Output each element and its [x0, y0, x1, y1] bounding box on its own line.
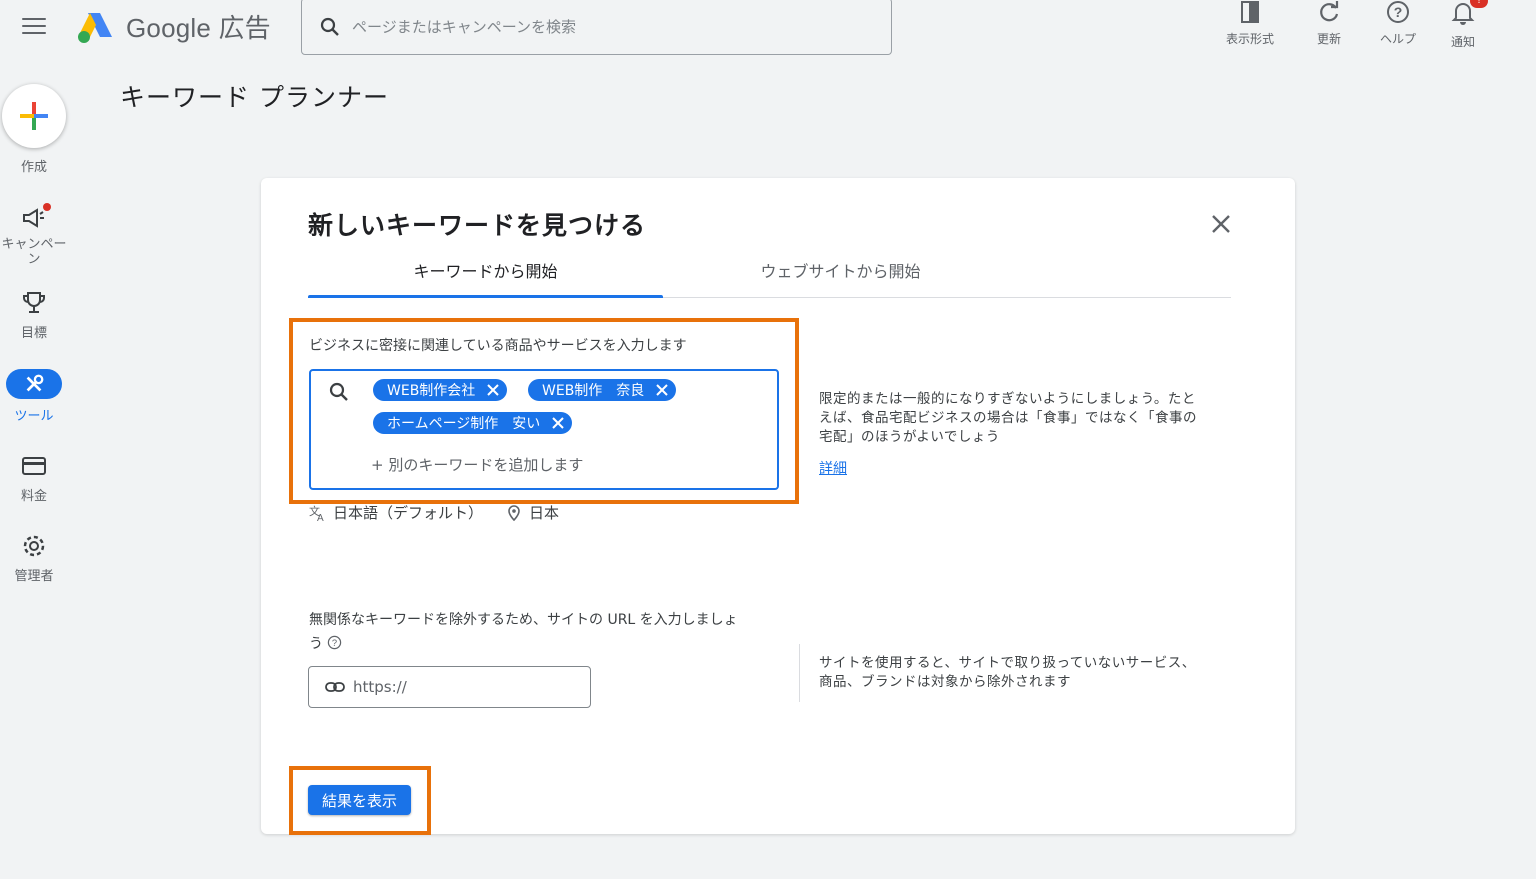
layout-button[interactable]: 表示形式	[1226, 0, 1274, 47]
svg-text:?: ?	[1394, 4, 1403, 20]
url-input-label: 無関係なキーワードを除外するため、サイトの URL を入力しましょ う?	[309, 608, 738, 656]
tab-start-with-website[interactable]: ウェブサイトから開始	[663, 256, 1018, 297]
link-icon	[325, 682, 345, 692]
help-circle-icon[interactable]: ?	[327, 635, 342, 650]
tools-icon	[26, 374, 44, 392]
website-url-input[interactable]	[353, 678, 573, 696]
search-input[interactable]	[352, 17, 852, 36]
keyword-chip: WEB制作 奈良	[528, 379, 677, 401]
keyword-input-box[interactable]: WEB制作会社 WEB制作 奈良 ホームページ制作 安い + 別のキーワードを追…	[309, 369, 779, 490]
translate-icon: 文A	[309, 504, 324, 522]
keyword-input-label: ビジネスに密接に関連している商品やサービスを入力します	[309, 338, 687, 354]
gear-icon	[21, 533, 47, 559]
website-url-field[interactable]	[308, 666, 591, 708]
close-icon[interactable]	[1209, 212, 1233, 236]
rail-label-tools: ツール	[14, 409, 54, 424]
plus-icon	[20, 102, 48, 130]
url-label-line: う	[309, 636, 323, 652]
create-button[interactable]	[2, 84, 66, 148]
search-icon	[320, 17, 339, 36]
location-pin-icon	[508, 504, 520, 521]
location-setting[interactable]: 日本	[505, 502, 559, 523]
url-hint-line: サイトを使用すると、サイトで取り扱っていないサービス、	[819, 655, 1196, 671]
megaphone-icon	[21, 203, 51, 231]
refresh-label: 更新	[1316, 32, 1341, 46]
keyword-hint-line: 宅配」のほうがよいでしょう	[819, 429, 1000, 445]
keyword-chip-label: WEB制作 奈良	[542, 383, 645, 399]
notifications-label: 通知	[1450, 35, 1475, 49]
refresh-icon	[1320, 1, 1339, 22]
rail-label-admin: 管理者	[14, 569, 54, 584]
logo-text: Google 広告	[126, 13, 271, 43]
keyword-chip: ホームページ制作 安い	[373, 412, 573, 434]
global-search[interactable]	[301, 0, 892, 55]
credit-card-icon	[21, 453, 47, 479]
google-ads-logo[interactable]: Google 広告	[76, 8, 271, 45]
svg-text:?: ?	[332, 638, 337, 648]
rail-item-admin[interactable]: 管理者	[0, 533, 68, 584]
rail-item-goals[interactable]: 目標	[0, 290, 68, 341]
notifications-button[interactable]: ! 通知	[1450, 0, 1488, 50]
vertical-divider	[799, 644, 800, 702]
keyword-chip-label: ホームページ制作 安い	[387, 416, 541, 432]
rail-label-create: 作成	[20, 160, 47, 175]
layout-label: 表示形式	[1226, 32, 1275, 46]
search-icon	[329, 382, 348, 401]
campaign-alert-dot	[43, 203, 51, 211]
remove-chip-icon[interactable]	[485, 382, 501, 398]
url-hint: サイトを使用すると、サイトで取り扱っていないサービス、 商品、ブランドは対象から…	[819, 654, 1196, 692]
url-hint-line: 商品、ブランドは対象から除外されます	[819, 674, 1071, 690]
keyword-hint-line: えば、食品宅配ビジネスの場合は「食事」ではなく「食事の	[819, 410, 1197, 426]
keyword-chip-label: WEB制作会社	[387, 383, 476, 399]
rail-item-billing[interactable]: 料金	[0, 453, 68, 504]
dialog-title: 新しいキーワードを見つける	[308, 211, 647, 240]
rail-label-goals: 目標	[20, 326, 47, 341]
keyword-discovery-dialog: 新しいキーワードを見つける キーワードから開始 ウェブサイトから開始 ビジネスに…	[261, 178, 1295, 835]
page-title: キーワード プランナー	[120, 83, 389, 112]
rail-item-create[interactable]: 作成	[0, 84, 68, 175]
remove-chip-icon[interactable]	[550, 415, 566, 431]
rail-item-campaign[interactable]: キャンペーン	[0, 203, 68, 267]
trophy-icon	[21, 290, 47, 316]
details-link[interactable]: 詳細	[819, 458, 847, 478]
keyword-hint: 限定的または一般的になりすぎないようにしましょう。たと えば、食品宅配ビジネスの…	[819, 390, 1197, 447]
rail-label-campaign: キャンペーン	[1, 237, 67, 267]
dialog-tabs: キーワードから開始 ウェブサイトから開始	[308, 256, 1231, 298]
google-ads-logo-icon	[78, 12, 112, 43]
language-location-row: 文A 日本語（デフォルト） 日本	[309, 502, 559, 523]
remove-chip-icon[interactable]	[654, 382, 670, 398]
url-label-line: 無関係なキーワードを除外するため、サイトの URL を入力しましょ	[309, 612, 738, 628]
keyword-hint-line: 限定的または一般的になりすぎないようにしましょう。たと	[819, 391, 1196, 407]
tools-pill	[6, 369, 62, 399]
help-icon: ?	[1387, 1, 1409, 23]
notification-badge: !	[1470, 0, 1488, 8]
rail-item-tools[interactable]: ツール	[0, 369, 68, 424]
location-label: 日本	[529, 504, 560, 522]
help-label: ヘルプ	[1380, 32, 1417, 46]
show-results-button[interactable]: 結果を表示	[308, 785, 411, 815]
refresh-button[interactable]: 更新	[1316, 0, 1342, 47]
help-button[interactable]: ? ヘルプ	[1380, 0, 1416, 47]
layout-icon	[1241, 1, 1259, 23]
svg-text:A: A	[317, 513, 324, 522]
tab-start-with-keywords[interactable]: キーワードから開始	[308, 256, 663, 298]
menu-icon[interactable]	[22, 18, 46, 36]
keyword-chip: WEB制作会社	[373, 379, 508, 401]
language-setting[interactable]: 日本語（デフォルト）	[333, 502, 483, 523]
add-keyword-input[interactable]: + 別のキーワードを追加します	[371, 454, 583, 475]
rail-label-billing: 料金	[20, 489, 47, 504]
